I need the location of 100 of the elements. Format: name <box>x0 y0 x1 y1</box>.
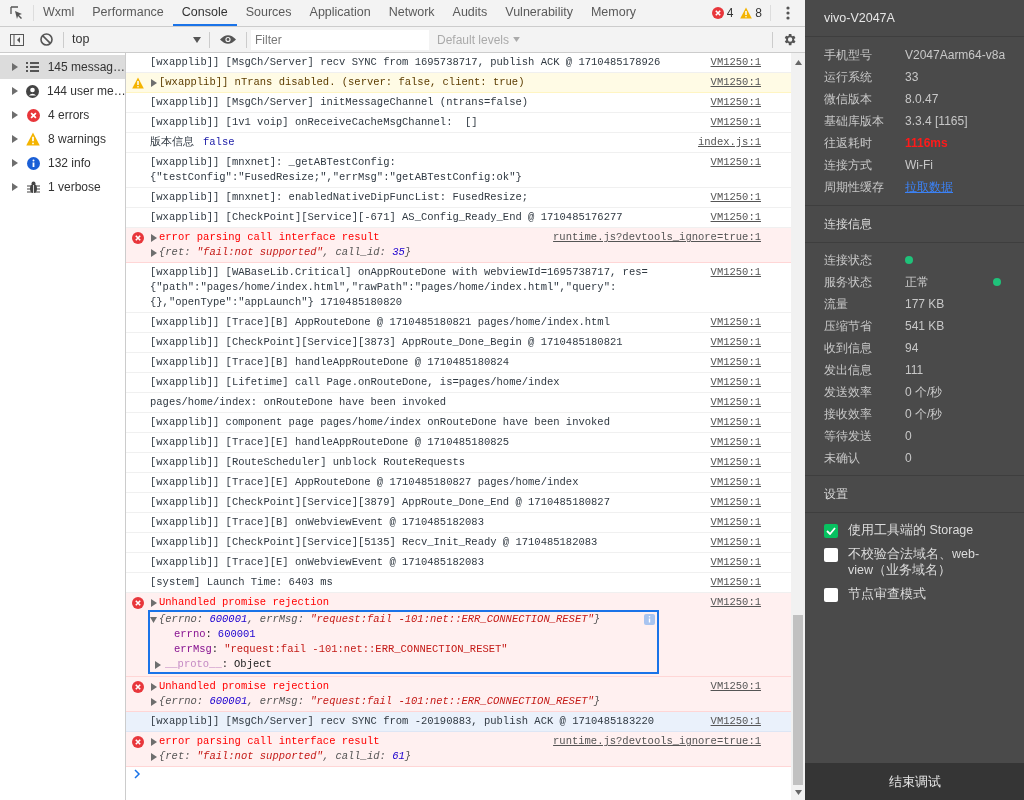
object-preview[interactable]: {errno: 600001, errMsg: "request:fail -101:net::ERR_CONNECTION_RESET"} <box>159 612 601 627</box>
filter-item[interactable]: 145 messag… <box>0 55 125 79</box>
inspect-cursor-icon[interactable] <box>9 6 24 20</box>
source-link[interactable]: VM1250:1 <box>710 515 761 530</box>
source-link[interactable]: VM1250:1 <box>710 535 761 550</box>
checkbox[interactable] <box>824 588 838 602</box>
expand-arrow-icon[interactable] <box>11 159 18 167</box>
clear-console-icon[interactable] <box>39 33 53 46</box>
source-link[interactable]: VM1250:1 <box>710 455 761 470</box>
source-link[interactable]: VM1250:1 <box>710 435 761 450</box>
info-label: 收到信息 <box>824 340 873 357</box>
info-value: 3.3.4 [1165] <box>905 113 968 130</box>
panel-tab[interactable]: Application <box>300 0 380 26</box>
source-link[interactable]: VM1250:1 <box>710 355 761 370</box>
log-message: [system] Launch Time: 6403 ms <box>150 575 333 590</box>
filter-item[interactable]: 8 warnings <box>0 127 125 151</box>
prompt-caret-icon[interactable] <box>134 769 141 779</box>
info-label: 连接状态 <box>824 252 873 269</box>
source-link[interactable]: VM1250:1 <box>710 714 761 729</box>
source-link[interactable]: VM1250:1 <box>710 115 761 130</box>
source-link[interactable]: runtime.js?devtools_ignore=true:1 <box>553 230 761 245</box>
source-link[interactable]: VM1250:1 <box>710 415 761 430</box>
scrollbar[interactable] <box>791 53 805 800</box>
source-link[interactable]: index.js:1 <box>698 135 761 150</box>
info-icon <box>643 614 655 625</box>
source-link[interactable]: VM1250:1 <box>710 265 761 280</box>
expand-arrow-icon[interactable] <box>154 660 161 669</box>
source-link[interactable]: VM1250:1 <box>710 210 761 225</box>
source-link[interactable]: VM1250:1 <box>710 75 761 90</box>
log-message: [wxapplib]] [Trace][E] handleAppRouteDone @ 1710485180825 <box>150 435 510 450</box>
source-link[interactable]: VM1250:1 <box>710 55 761 70</box>
info-value: 8.0.47 <box>905 91 939 108</box>
object-preview[interactable]: {ret: "fail:not supported", call_id: 35} <box>159 245 412 260</box>
end-debug-button[interactable]: 结束调试 <box>805 763 1024 800</box>
info-value: 正常 <box>905 274 929 291</box>
log-message: [wxapplib]] [mnxnet]: _getABTestConfig: {"testConfig":"FusedResize;","errMsg":"getABTestConfig:ok"} <box>150 155 523 185</box>
panel-tab[interactable]: Performance <box>83 0 173 26</box>
panel-tab[interactable]: Memory <box>581 0 646 26</box>
info-value: 0 <box>905 428 912 445</box>
log-message: [wxapplib]] [CheckPoint][Service][3879] AppRoute_Done_End @ 1710485180827 <box>150 495 610 510</box>
source-link[interactable]: VM1250:1 <box>710 395 761 410</box>
context-select[interactable]: top <box>64 30 209 49</box>
info-label: 周期性缓存 <box>824 179 885 196</box>
expand-arrow-icon[interactable] <box>11 135 18 143</box>
info-value: 541 KB <box>905 318 945 335</box>
info-label: 发送效率 <box>824 384 873 401</box>
source-link[interactable]: VM1250:1 <box>710 375 761 390</box>
property-separator: : <box>205 627 212 642</box>
log-message: [wxapplib]] [WABaseLib.Critical] onAppRouteDone with webviewId=1695738717, res= {"path":"pages/home/index.html","rawPath":"pages/home/index.html","query": {},"openType":"appLaunch"} 1710485180820 <box>150 265 649 310</box>
section-title: 连接信息 <box>824 216 872 233</box>
panel-tab[interactable]: Wxml <box>34 0 84 26</box>
panel-tab[interactable]: Audits <box>443 0 497 26</box>
object-preview[interactable]: {ret: "fail:not supported", call_id: 61} <box>159 749 412 764</box>
filter-item[interactable]: 1 verbose <box>0 175 125 199</box>
source-link[interactable]: VM1250:1 <box>710 315 761 330</box>
property-separator: : <box>211 642 219 657</box>
checkbox[interactable] <box>824 524 838 538</box>
log-message: [wxapplib]] [MsgCh/Server] recv SYNC from 1695738717, publish ACK @ 1710485178926 <box>150 55 661 70</box>
expand-arrow-icon[interactable] <box>11 63 18 71</box>
checkbox[interactable] <box>824 548 838 562</box>
source-link[interactable]: VM1250:1 <box>710 555 761 570</box>
log-message: [wxapplib]] [CheckPoint][Service][5135] Recv_Init_Ready @ 1710485182083 <box>150 535 598 550</box>
check-icon <box>826 527 836 535</box>
filter-field[interactable]: Filter <box>251 29 429 50</box>
source-link[interactable]: VM1250:1 <box>710 495 761 510</box>
property-key: errno <box>172 627 206 642</box>
expand-arrow-icon[interactable] <box>150 78 157 87</box>
object-preview[interactable]: {errno: 600001, errMsg: "request:fail -101:net::ERR_CONNECTION_RESET"} <box>159 694 601 709</box>
bug-icon <box>26 180 40 194</box>
setting-label: 节点审查模式 <box>848 586 926 602</box>
source-link[interactable]: runtime.js?devtools_ignore=true:1 <box>553 734 761 749</box>
log-message: Unhandled promise rejection <box>159 679 330 694</box>
scroll-down-icon[interactable] <box>794 790 802 795</box>
filter-label: 145 messag… <box>47 59 125 76</box>
setting-label: 使用工具端的 Storage <box>848 522 974 538</box>
source-link[interactable]: VM1250:1 <box>710 575 761 590</box>
expand-arrow-icon[interactable] <box>11 87 18 95</box>
panel-tab[interactable]: Sources <box>236 0 301 26</box>
source-link[interactable]: VM1250:1 <box>710 335 761 350</box>
source-link[interactable]: VM1250:1 <box>710 475 761 490</box>
filter-item[interactable]: 132 info <box>0 151 125 175</box>
source-link[interactable]: VM1250:1 <box>710 679 761 694</box>
log-message: [wxapplib]] [Trace][E] AppRouteDone @ 1710485180827 pages/home/index <box>150 475 579 490</box>
sidebar-toggle-icon[interactable] <box>10 33 24 46</box>
panel-tab[interactable]: Network <box>379 0 444 26</box>
source-link[interactable]: VM1250:1 <box>710 155 761 170</box>
scroll-up-icon[interactable] <box>794 60 802 65</box>
scrollbar-thumb[interactable] <box>793 615 803 785</box>
source-link[interactable]: VM1250:1 <box>710 190 761 205</box>
info-label: 未确认 <box>824 450 861 467</box>
more-menu-icon[interactable] <box>786 6 790 20</box>
source-link[interactable]: VM1250:1 <box>710 95 761 110</box>
source-link[interactable]: VM1250:1 <box>710 595 761 610</box>
expand-arrow-icon[interactable] <box>11 183 18 191</box>
log-message: [wxapplib]] [CheckPoint][Service][-671] AS_Config_Ready_End @ 1710485176277 <box>150 210 623 225</box>
expand-arrow-icon[interactable] <box>11 111 18 119</box>
filter-item[interactable]: 144 user me… <box>0 79 125 103</box>
panel-tab[interactable]: Vulnerability <box>496 0 582 26</box>
filter-item[interactable]: 4 errors <box>0 103 125 127</box>
eye-icon[interactable] <box>220 34 236 45</box>
